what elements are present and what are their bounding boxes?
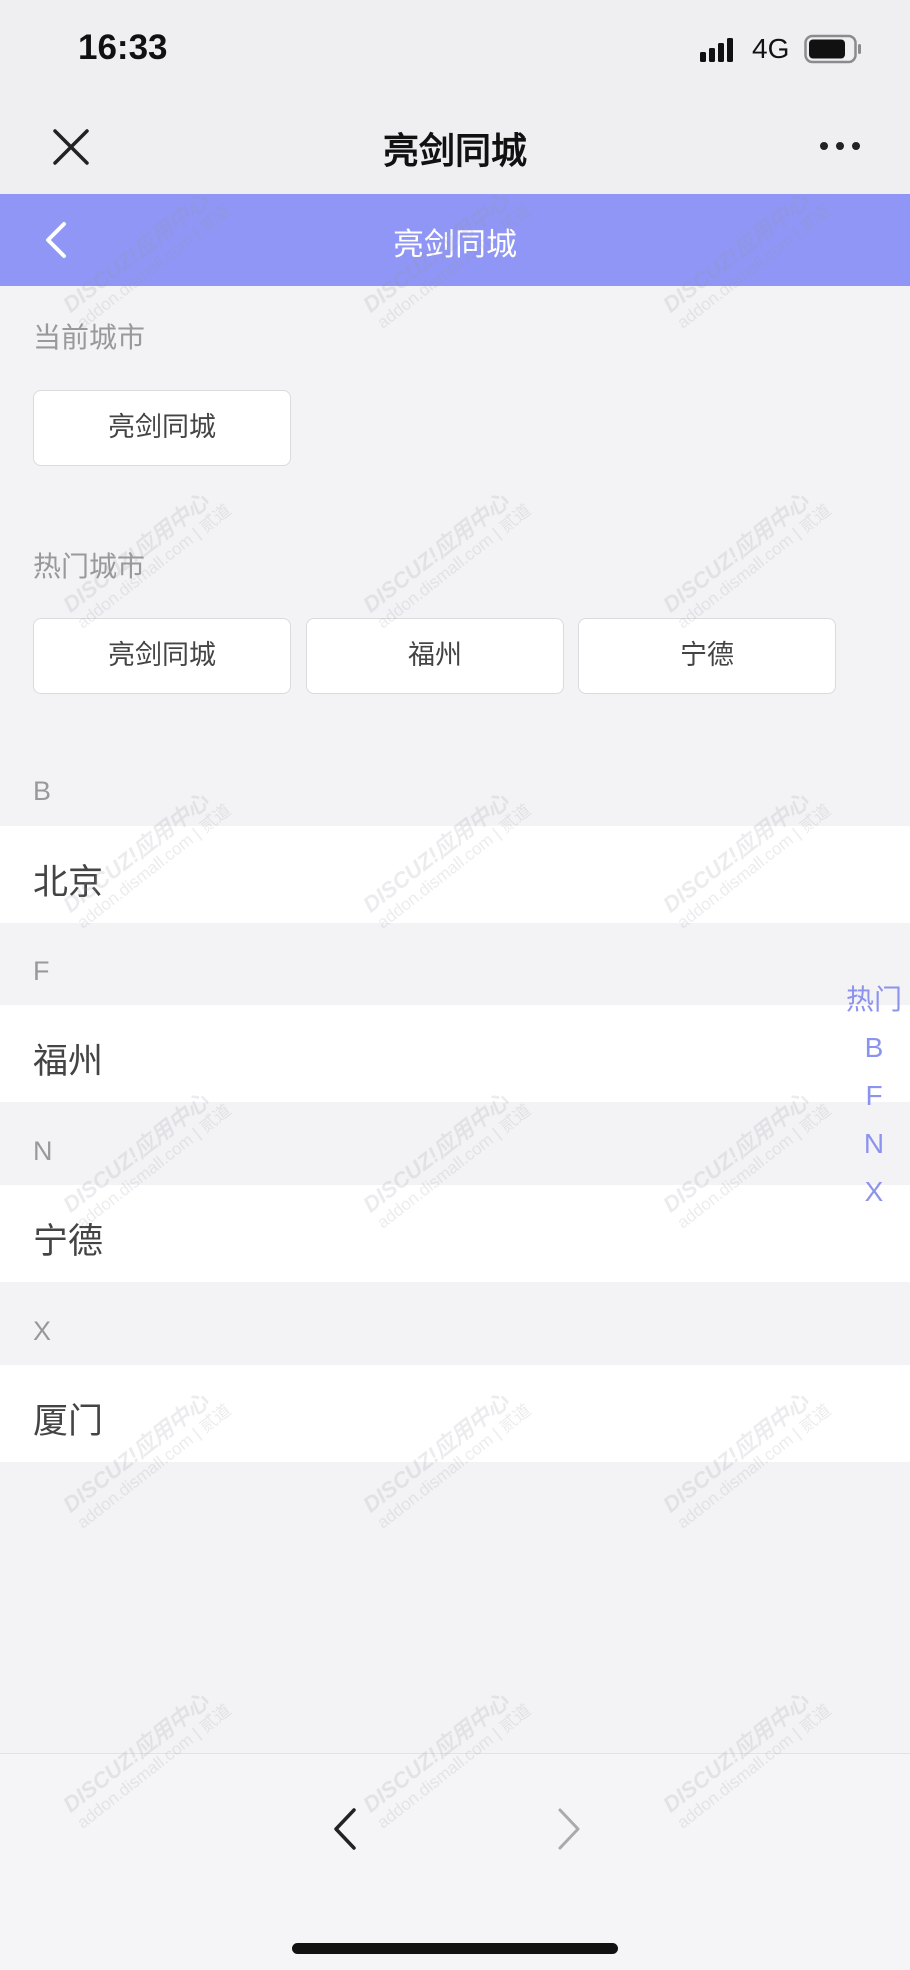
home-indicator	[292, 1943, 618, 1954]
city-name: 北京	[33, 863, 104, 903]
wechat-header: 亮剑同城	[0, 100, 910, 194]
watermark-layer: DISCUZ!应用中心 addon.dismall.com | 贰道 DISCUZ!…	[0, 0, 910, 1970]
index-item-x[interactable]: X	[840, 1168, 908, 1216]
signal-icon	[700, 38, 733, 62]
app-nav-bar: 亮剑同城	[0, 194, 910, 286]
alphabet-index: 热门 B F N X	[840, 976, 908, 1216]
index-item-n[interactable]: N	[840, 1120, 908, 1168]
bottom-toolbar	[0, 1753, 910, 1970]
index-item-f[interactable]: F	[840, 1072, 908, 1120]
current-city-button[interactable]: 亮剑同城	[33, 390, 291, 466]
city-name: 厦门	[33, 1402, 104, 1442]
back-arrow-icon[interactable]	[326, 1804, 366, 1854]
letter-header-f: F	[33, 956, 50, 986]
letter-header-n: N	[33, 1136, 53, 1166]
city-name: 宁德	[33, 1222, 104, 1262]
city-row[interactable]: 宁德	[0, 1185, 910, 1282]
index-item-b[interactable]: B	[840, 1024, 908, 1072]
hot-city-button[interactable]: 福州	[306, 618, 564, 694]
network-label: 4G	[752, 33, 790, 64]
more-icon[interactable]	[818, 138, 862, 154]
wechat-title: 亮剑同城	[382, 131, 527, 172]
status-bar: 16:33 4G	[0, 0, 910, 100]
index-item-hot[interactable]: 热门	[840, 976, 908, 1024]
app-title: 亮剑同城	[393, 227, 517, 263]
hot-city-button[interactable]: 宁德	[578, 618, 836, 694]
status-time: 16:33	[78, 28, 168, 67]
letter-header-x: X	[33, 1316, 52, 1346]
forward-arrow-icon[interactable]	[548, 1804, 588, 1854]
battery-icon	[804, 34, 861, 64]
watermark: DISCUZ!应用中心addon.dismall.com | 贰道	[358, 488, 535, 633]
hot-cities-label: 热门城市	[33, 550, 146, 583]
city-name: 福州	[33, 1042, 104, 1082]
city-row[interactable]: 北京	[0, 826, 910, 923]
current-city-label: 当前城市	[33, 321, 146, 354]
letter-header-b: B	[33, 776, 52, 806]
watermark: DISCUZ!应用中心addon.dismall.com | 贰道	[658, 488, 835, 633]
hot-city-button[interactable]: 亮剑同城	[33, 618, 291, 694]
city-row[interactable]: 厦门	[0, 1365, 910, 1462]
city-row[interactable]: 福州	[0, 1005, 910, 1102]
